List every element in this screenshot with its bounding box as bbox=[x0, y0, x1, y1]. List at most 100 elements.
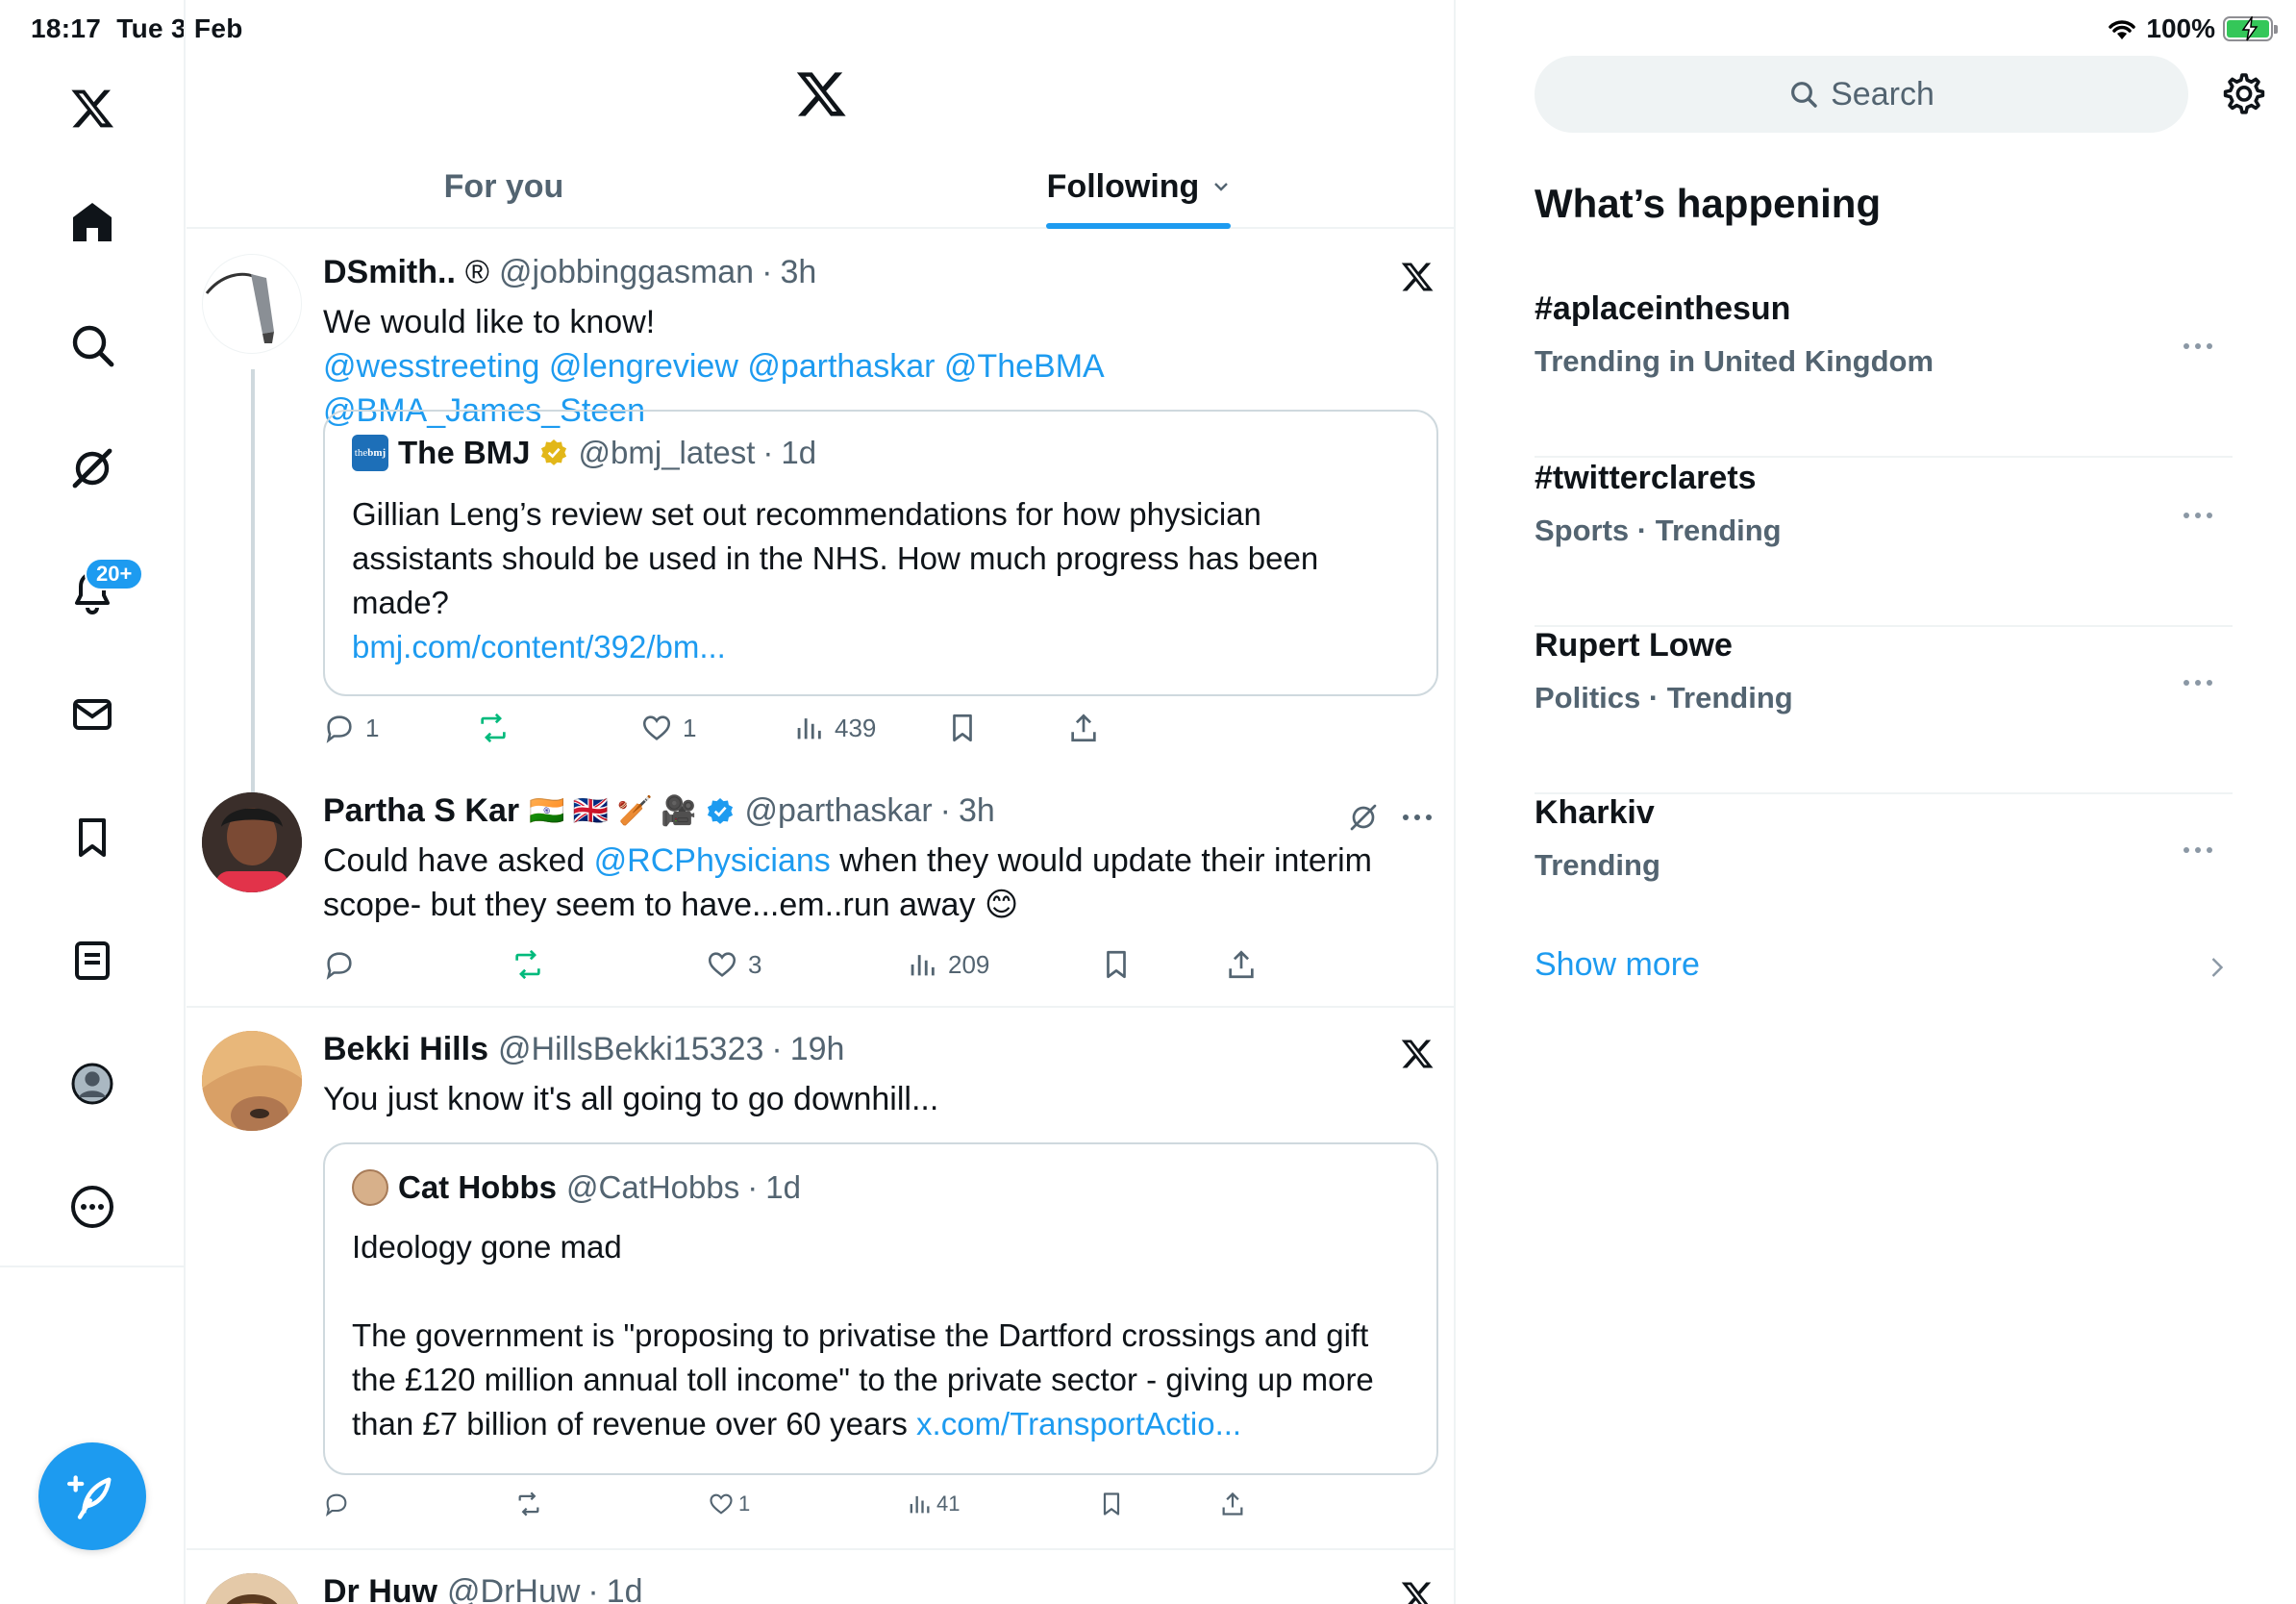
author-name[interactable]: Partha S Kar bbox=[323, 792, 519, 830]
trend-context: Sports · Trending bbox=[1535, 514, 1782, 547]
author-handle[interactable]: @DrHuw bbox=[447, 1573, 580, 1604]
post-actions: 1 41 bbox=[323, 1491, 1438, 1529]
post-item[interactable]: Dr Huw @DrHuw · 1d bbox=[187, 1550, 1454, 1604]
repost-button[interactable] bbox=[515, 1491, 542, 1517]
bookmark-button[interactable] bbox=[946, 712, 979, 744]
bookmark-button[interactable] bbox=[1100, 948, 1133, 981]
tab-following[interactable]: Following bbox=[821, 144, 1454, 229]
reply-button[interactable] bbox=[323, 1491, 350, 1517]
more-options-icon[interactable] bbox=[2179, 340, 2217, 352]
dot-separator: · bbox=[939, 792, 951, 829]
show-more-link[interactable]: Show more bbox=[1535, 946, 1700, 984]
x-logo-icon[interactable] bbox=[62, 79, 122, 138]
search-icon[interactable] bbox=[62, 315, 122, 375]
quote-author-name: Cat Hobbs bbox=[398, 1169, 557, 1205]
search-input[interactable]: Search bbox=[1535, 56, 2188, 133]
avatar[interactable] bbox=[202, 254, 302, 354]
more-options-icon[interactable] bbox=[2179, 677, 2217, 689]
author-name[interactable]: Bekki Hills bbox=[323, 1031, 488, 1068]
author-handle[interactable]: @jobbinggasman bbox=[499, 254, 754, 291]
share-button[interactable] bbox=[1225, 948, 1258, 981]
avatar[interactable] bbox=[202, 1573, 302, 1604]
quote-author-handle: @bmj_latest bbox=[578, 435, 756, 470]
trend-name: #twitterclarets bbox=[1535, 460, 1757, 496]
author-handle[interactable]: @parthaskar bbox=[745, 792, 933, 830]
repost-icon bbox=[481, 713, 506, 743]
author-badge: ® bbox=[464, 254, 489, 290]
trend-item[interactable]: Kharkiv Trending bbox=[1535, 794, 2233, 962]
view-count: 439 bbox=[835, 713, 877, 742]
post-text: Could have asked @RCPhysicians when they… bbox=[323, 839, 1419, 927]
reply-button[interactable] bbox=[323, 948, 356, 981]
trend-name: Kharkiv bbox=[1535, 794, 1655, 831]
avatar[interactable] bbox=[202, 1031, 302, 1131]
home-icon[interactable] bbox=[62, 192, 122, 252]
reply-icon bbox=[326, 715, 352, 743]
trend-item[interactable]: Rupert Lowe Politics · Trending bbox=[1535, 627, 2233, 794]
bookmark-icon bbox=[1103, 1492, 1120, 1516]
avatar[interactable] bbox=[202, 792, 302, 892]
post-item[interactable]: Partha S Kar 🇮🇳 🇬🇧 🏏 🎥 @parthaskar · 3h … bbox=[187, 769, 1454, 1008]
repost-button[interactable] bbox=[477, 712, 510, 744]
trend-name: #aplaceinthesun bbox=[1535, 290, 1791, 327]
like-count: 1 bbox=[738, 1491, 751, 1516]
quote-link[interactable]: x.com/TransportActio... bbox=[916, 1406, 1241, 1441]
grok-icon[interactable] bbox=[1348, 802, 1379, 833]
heart-icon bbox=[708, 952, 736, 977]
quote-author-handle: @CatHobbs bbox=[566, 1169, 740, 1205]
quoted-post[interactable]: thebmj The BMJ @bmj_latest · 1d Gillian … bbox=[323, 410, 1438, 696]
views-button[interactable]: 41 bbox=[906, 1491, 960, 1517]
profile-icon[interactable] bbox=[62, 1054, 122, 1114]
bookmark-icon bbox=[953, 714, 972, 742]
trend-context: Politics · Trending bbox=[1535, 681, 1793, 714]
quoted-post[interactable]: Cat Hobbs @CatHobbs · 1d Ideology gone m… bbox=[323, 1142, 1438, 1475]
x-logo-icon bbox=[1401, 1582, 1432, 1604]
author-name[interactable]: DSmith.. bbox=[323, 254, 456, 291]
grok-icon[interactable] bbox=[62, 439, 122, 498]
bookmarks-icon[interactable] bbox=[62, 808, 122, 867]
like-button[interactable]: 1 bbox=[640, 712, 696, 744]
repost-button[interactable] bbox=[512, 948, 544, 981]
chevron-down-icon bbox=[1214, 183, 1229, 191]
post-time: 19h bbox=[789, 1031, 845, 1067]
notifications-badge: 20+ bbox=[85, 558, 144, 590]
post-text-part: Could have asked bbox=[323, 842, 594, 879]
quote-link[interactable]: bmj.com/content/392/bm... bbox=[352, 625, 1410, 669]
trend-item[interactable]: #twitterclarets Sports · Trending bbox=[1535, 460, 2233, 627]
more-options-icon[interactable] bbox=[2179, 510, 2217, 521]
bookmark-icon bbox=[1107, 950, 1126, 979]
author-name[interactable]: Dr Huw bbox=[323, 1573, 437, 1604]
share-button[interactable] bbox=[1219, 1491, 1246, 1517]
tab-for-you[interactable]: For you bbox=[187, 144, 821, 229]
post-header: Dr Huw @DrHuw · 1d bbox=[323, 1573, 643, 1604]
post-mention[interactable]: @RCPhysicians bbox=[594, 842, 831, 879]
author-handle[interactable]: @HillsBekki15323 bbox=[498, 1031, 763, 1068]
thread-line bbox=[251, 369, 255, 794]
more-options-icon[interactable] bbox=[1400, 812, 1435, 823]
compose-post-button[interactable] bbox=[38, 1442, 146, 1550]
x-logo-icon[interactable] bbox=[794, 67, 848, 121]
settings-gear-icon[interactable] bbox=[2221, 71, 2267, 117]
like-button[interactable]: 3 bbox=[706, 948, 761, 981]
messages-icon[interactable] bbox=[62, 685, 122, 744]
more-icon[interactable] bbox=[62, 1177, 122, 1237]
lists-icon[interactable] bbox=[62, 931, 122, 990]
more-options-icon[interactable] bbox=[2179, 844, 2217, 856]
trend-name: Rupert Lowe bbox=[1535, 627, 1733, 664]
post-item[interactable]: Bekki Hills @HillsBekki15323 · 19h You j… bbox=[187, 1008, 1454, 1550]
reply-button[interactable]: 1 bbox=[323, 712, 379, 744]
trend-context: Trending bbox=[1535, 848, 1660, 882]
post-header: Bekki Hills @HillsBekki15323 · 19h bbox=[323, 1031, 844, 1068]
share-button[interactable] bbox=[1067, 712, 1100, 744]
x-logo-icon bbox=[1401, 1040, 1434, 1068]
bookmark-button[interactable] bbox=[1098, 1491, 1125, 1517]
quote-text: Ideology gone mad The government is "pro… bbox=[352, 1225, 1410, 1446]
rail-divider bbox=[0, 1266, 186, 1267]
trend-item[interactable]: #aplaceinthesun Trending in United Kingd… bbox=[1535, 290, 2233, 458]
tab-active-indicator bbox=[1046, 223, 1231, 229]
trend-context: Trending in United Kingdom bbox=[1535, 344, 1934, 378]
views-button[interactable]: 439 bbox=[792, 712, 876, 744]
chevron-right-icon[interactable] bbox=[2208, 956, 2227, 979]
views-button[interactable]: 209 bbox=[906, 948, 989, 981]
like-button[interactable]: 1 bbox=[708, 1491, 750, 1517]
